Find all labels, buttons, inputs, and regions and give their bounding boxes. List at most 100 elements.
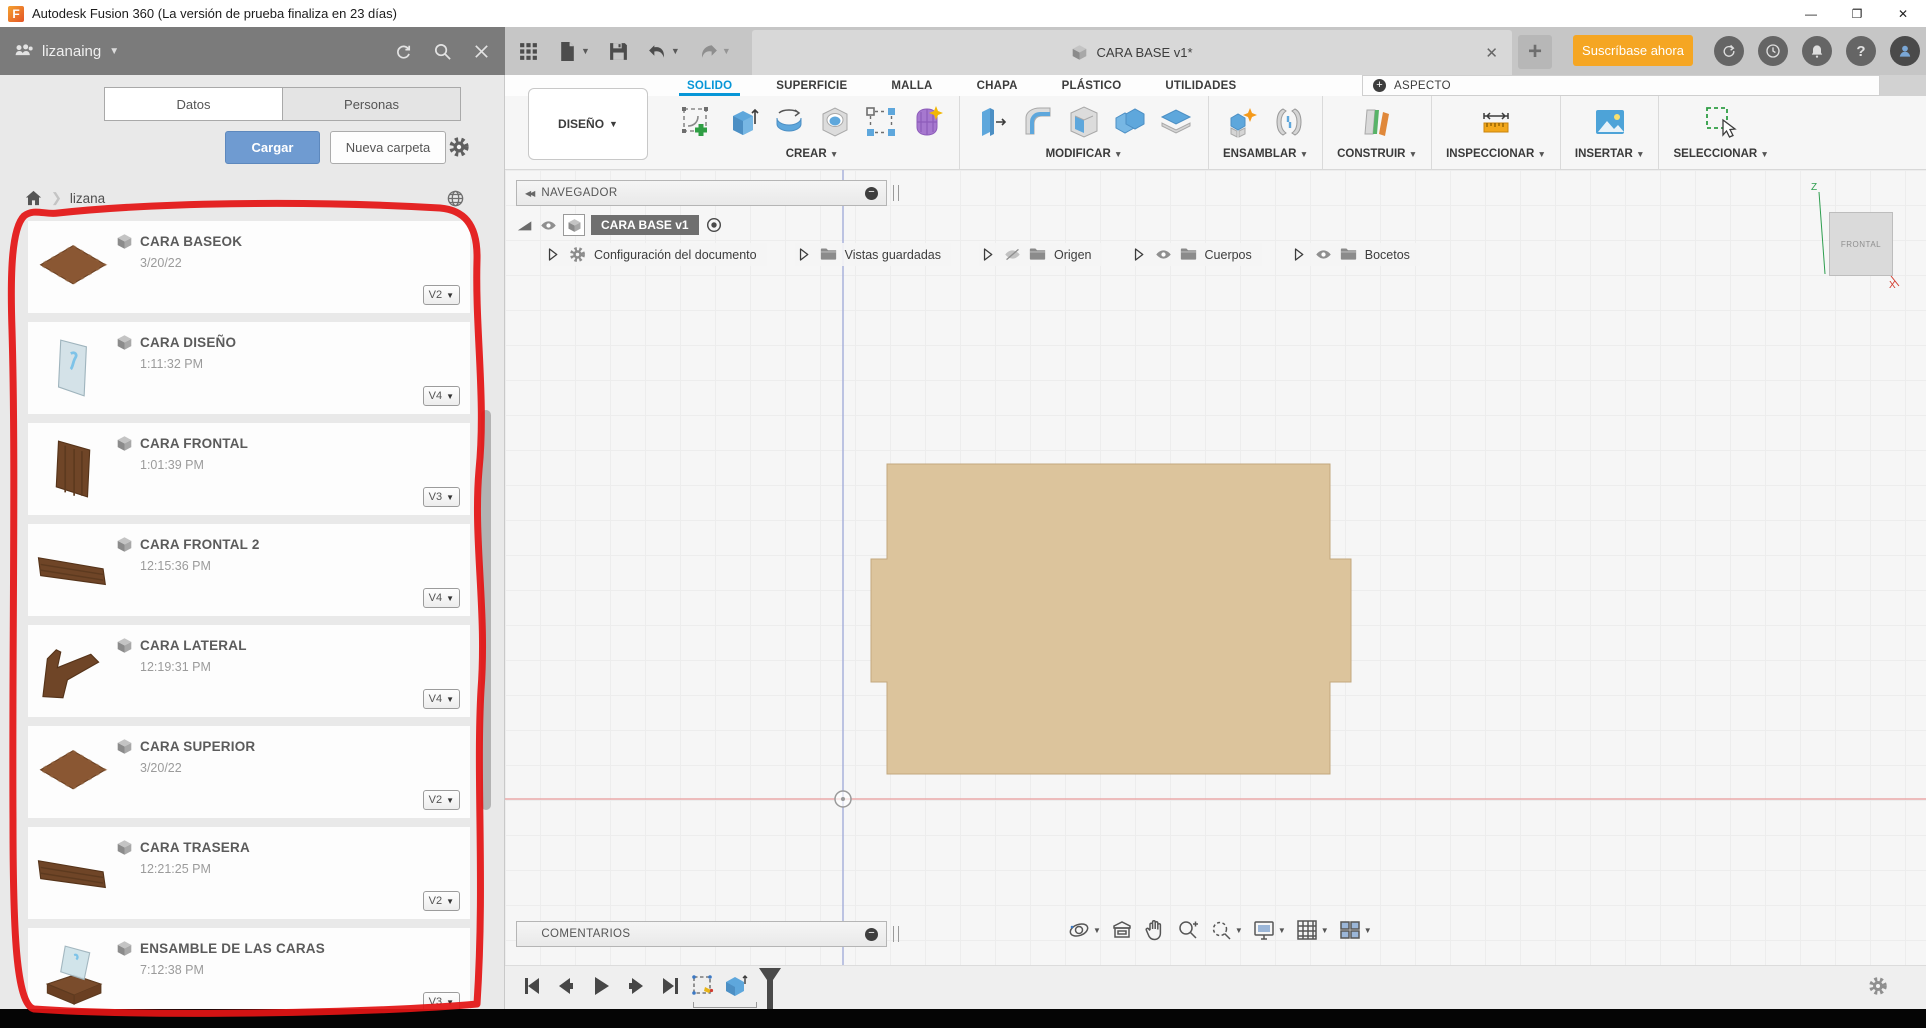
- tab-datos[interactable]: Datos: [105, 88, 282, 120]
- hole-icon[interactable]: [817, 104, 853, 140]
- combine-icon[interactable]: [1112, 104, 1148, 140]
- list-item[interactable]: CARA LATERAL 12:19:31 PM V4 ▼: [28, 625, 470, 717]
- expand-arrow-icon[interactable]: [544, 246, 561, 263]
- section-label-seleccionar[interactable]: SELECCIONAR ▼: [1673, 148, 1768, 160]
- extensions-icon[interactable]: [1714, 36, 1744, 66]
- account-switcher[interactable]: lizanaing ▼: [14, 43, 119, 60]
- undo-button[interactable]: ▼: [647, 41, 680, 62]
- job-status-icon[interactable]: [1758, 36, 1788, 66]
- refresh-icon[interactable]: [394, 42, 413, 61]
- timeline-extrude-feature[interactable]: [722, 972, 748, 998]
- step-forward-icon[interactable]: [624, 974, 648, 998]
- subscribe-button[interactable]: Suscríbase ahora: [1573, 35, 1693, 66]
- activate-radio-icon[interactable]: [705, 216, 723, 234]
- new-component-icon[interactable]: [1225, 104, 1261, 140]
- file-menu-button[interactable]: ▼: [557, 41, 590, 62]
- document-tab[interactable]: CARA BASE v1* ✕: [752, 30, 1512, 75]
- tab-personas[interactable]: Personas: [282, 88, 460, 120]
- redo-button[interactable]: ▼: [698, 41, 731, 62]
- new-tab-button[interactable]: +: [1518, 35, 1552, 69]
- list-item[interactable]: CARA SUPERIOR 3/20/22 V2 ▼: [28, 726, 470, 818]
- version-badge[interactable]: V2 ▼: [422, 891, 460, 911]
- look-at-icon[interactable]: [1110, 918, 1134, 942]
- list-item[interactable]: CARA FRONTAL 1:01:39 PM V3 ▼: [28, 423, 470, 515]
- breadcrumb-folder[interactable]: lizana: [70, 191, 105, 206]
- list-item[interactable]: CARA BASEOK 3/20/22 V2 ▼: [28, 221, 470, 313]
- section-label-inspeccionar[interactable]: INSPECCIONAR ▼: [1446, 148, 1546, 160]
- visibility-off-icon[interactable]: [1004, 246, 1021, 263]
- list-item[interactable]: CARA TRASERA 12:21:25 PM V2 ▼: [28, 827, 470, 919]
- panel-settings-gear-icon[interactable]: [448, 136, 470, 158]
- play-icon[interactable]: [589, 974, 613, 998]
- section-label-insertar[interactable]: INSERTAR ▼: [1575, 148, 1645, 160]
- measure-icon[interactable]: [1478, 104, 1514, 140]
- tab-chapa[interactable]: CHAPA: [977, 80, 1018, 92]
- list-item[interactable]: ENSAMBLE DE LAS CARAS 7:12:38 PM V3 ▼: [28, 928, 470, 1020]
- create-sketch-icon[interactable]: [679, 104, 715, 140]
- collapse-panel-icon[interactable]: ◀◀: [525, 189, 535, 198]
- timeline-position-marker[interactable]: [757, 966, 783, 1010]
- viewports-icon[interactable]: ▼: [1338, 918, 1372, 942]
- section-label-crear[interactable]: CREAR ▼: [786, 148, 839, 160]
- step-back-icon[interactable]: [554, 974, 578, 998]
- zoom-icon[interactable]: [1176, 918, 1200, 942]
- shell-icon[interactable]: [1066, 104, 1102, 140]
- list-item[interactable]: CARA FRONTAL 2 12:15:36 PM V4 ▼: [28, 524, 470, 616]
- tab-solido[interactable]: SOLIDO: [678, 80, 741, 97]
- create-form-icon[interactable]: [909, 104, 945, 140]
- navigator-item[interactable]: Bocetos: [1289, 243, 1420, 266]
- version-badge[interactable]: V2 ▼: [422, 285, 460, 305]
- expand-arrow-icon[interactable]: [979, 246, 996, 263]
- version-badge[interactable]: V3 ▼: [422, 487, 460, 507]
- navigator-item[interactable]: Vistas guardadas: [794, 243, 951, 266]
- avatar[interactable]: [1890, 36, 1920, 66]
- tab-superficie[interactable]: SUPERFICIE: [776, 80, 847, 92]
- timeline-sketch-feature[interactable]: [690, 972, 716, 998]
- minimize-button[interactable]: —: [1788, 0, 1834, 27]
- comments-panel-header[interactable]: ◀◀ COMENTARIOS −: [516, 921, 887, 947]
- timeline-settings-gear-icon[interactable]: [1868, 976, 1888, 996]
- display-settings-icon[interactable]: ▼: [1252, 918, 1286, 942]
- home-icon[interactable]: [24, 189, 43, 208]
- help-icon[interactable]: ?: [1846, 36, 1876, 66]
- save-button[interactable]: [608, 41, 629, 62]
- tab-utilidades[interactable]: UTILIDADES: [1165, 80, 1236, 92]
- origin-marker[interactable]: [834, 790, 852, 808]
- revolve-icon[interactable]: [771, 104, 807, 140]
- skip-to-end-icon[interactable]: [659, 974, 683, 998]
- notifications-bell-icon[interactable]: [1802, 36, 1832, 66]
- new-folder-button[interactable]: Nueva carpeta: [330, 131, 446, 164]
- split-body-icon[interactable]: [1158, 104, 1194, 140]
- version-badge[interactable]: V4 ▼: [422, 588, 460, 608]
- grid-settings-icon[interactable]: ▼: [1295, 918, 1329, 942]
- press-pull-icon[interactable]: [974, 104, 1010, 140]
- navigator-item[interactable]: Cuerpos: [1129, 243, 1262, 266]
- root-component-chip[interactable]: CARA BASE v1: [591, 215, 699, 235]
- section-label-modificar[interactable]: MODIFICAR ▼: [1046, 148, 1123, 160]
- insert-image-icon[interactable]: [1592, 104, 1628, 140]
- visibility-icon[interactable]: [1315, 246, 1332, 263]
- panel-grip-handle[interactable]: [893, 185, 899, 201]
- panel-grip-handle[interactable]: [893, 926, 899, 942]
- skip-to-start-icon[interactable]: [519, 974, 543, 998]
- viewport-canvas[interactable]: ◀◀ NAVEGADOR − CARA BASE v1 Configuració…: [505, 170, 1926, 965]
- fillet-icon[interactable]: [1020, 104, 1056, 140]
- orbit-icon[interactable]: ▼: [1067, 918, 1101, 942]
- show-data-panel-button[interactable]: [518, 41, 539, 62]
- pan-hand-icon[interactable]: [1143, 918, 1167, 942]
- section-label-ensamblar[interactable]: ENSAMBLAR ▼: [1223, 148, 1308, 160]
- version-badge[interactable]: V4 ▼: [422, 386, 460, 406]
- expand-arrow-icon[interactable]: [1130, 246, 1147, 263]
- joint-icon[interactable]: [1271, 104, 1307, 140]
- navigator-root-item[interactable]: CARA BASE v1: [516, 214, 1420, 236]
- visibility-icon[interactable]: [540, 217, 557, 234]
- tab-plástico[interactable]: PLÁSTICO: [1062, 80, 1122, 92]
- board-body[interactable]: [870, 463, 1352, 775]
- scrollbar[interactable]: [481, 410, 491, 810]
- expand-arrow-icon[interactable]: [1290, 246, 1307, 263]
- zoom-window-icon[interactable]: ▼: [1209, 918, 1243, 942]
- list-item[interactable]: CARA DISEÑO 1:11:32 PM V4 ▼: [28, 322, 470, 414]
- tab-aspecto[interactable]: + ASPECTO: [1362, 75, 1880, 96]
- panel-minimize-icon[interactable]: −: [865, 186, 878, 200]
- close-tab-icon[interactable]: ✕: [1485, 44, 1498, 62]
